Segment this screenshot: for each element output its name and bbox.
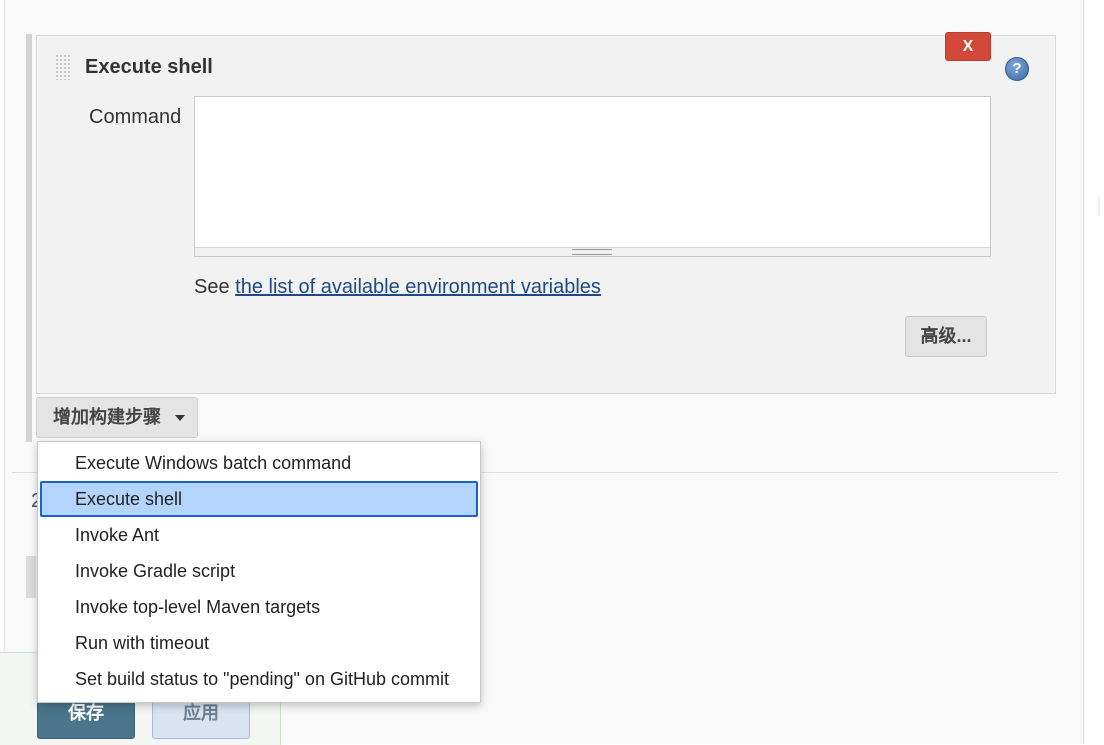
advanced-button[interactable]: 高级... bbox=[905, 316, 987, 357]
scroll-edge-marker bbox=[1098, 196, 1100, 216]
delete-step-button[interactable]: X bbox=[945, 32, 991, 61]
build-step-menu: Execute Windows batch command Execute sh… bbox=[37, 441, 481, 703]
execute-shell-step: Execute shell X ? Command See the list o… bbox=[36, 32, 1056, 394]
add-build-step-button[interactable]: 增加构建步骤 bbox=[36, 397, 198, 438]
menu-item-invoke-ant[interactable]: Invoke Ant bbox=[40, 517, 478, 553]
command-textarea[interactable] bbox=[195, 97, 990, 249]
drag-handle-icon[interactable] bbox=[55, 54, 71, 80]
menu-item-invoke-gradle[interactable]: Invoke Gradle script bbox=[40, 553, 478, 589]
step-title: Execute shell bbox=[85, 56, 213, 78]
menu-item-invoke-maven[interactable]: Invoke top-level Maven targets bbox=[40, 589, 478, 625]
build-steps-rail bbox=[26, 34, 32, 442]
env-variables-link[interactable]: the list of available environment variab… bbox=[235, 276, 601, 298]
caret-down-icon bbox=[175, 415, 185, 421]
env-variables-hint: See the list of available environment va… bbox=[194, 276, 601, 299]
menu-item-github-pending-status[interactable]: Set build status to "pending" on GitHub … bbox=[40, 661, 478, 697]
menu-item-execute-shell[interactable]: Execute shell bbox=[40, 481, 478, 517]
textarea-resize-handle[interactable] bbox=[195, 247, 990, 256]
add-build-step-label: 增加构建步骤 bbox=[53, 407, 161, 427]
obscured-section-rail bbox=[26, 556, 36, 598]
help-icon[interactable]: ? bbox=[1005, 57, 1029, 81]
resize-grip-icon bbox=[572, 249, 612, 255]
command-field bbox=[194, 96, 991, 257]
menu-item-execute-windows-batch[interactable]: Execute Windows batch command bbox=[40, 445, 478, 481]
env-hint-prefix: See bbox=[194, 276, 236, 298]
command-label: Command bbox=[89, 106, 182, 128]
menu-item-run-with-timeout[interactable]: Run with timeout bbox=[40, 625, 478, 661]
